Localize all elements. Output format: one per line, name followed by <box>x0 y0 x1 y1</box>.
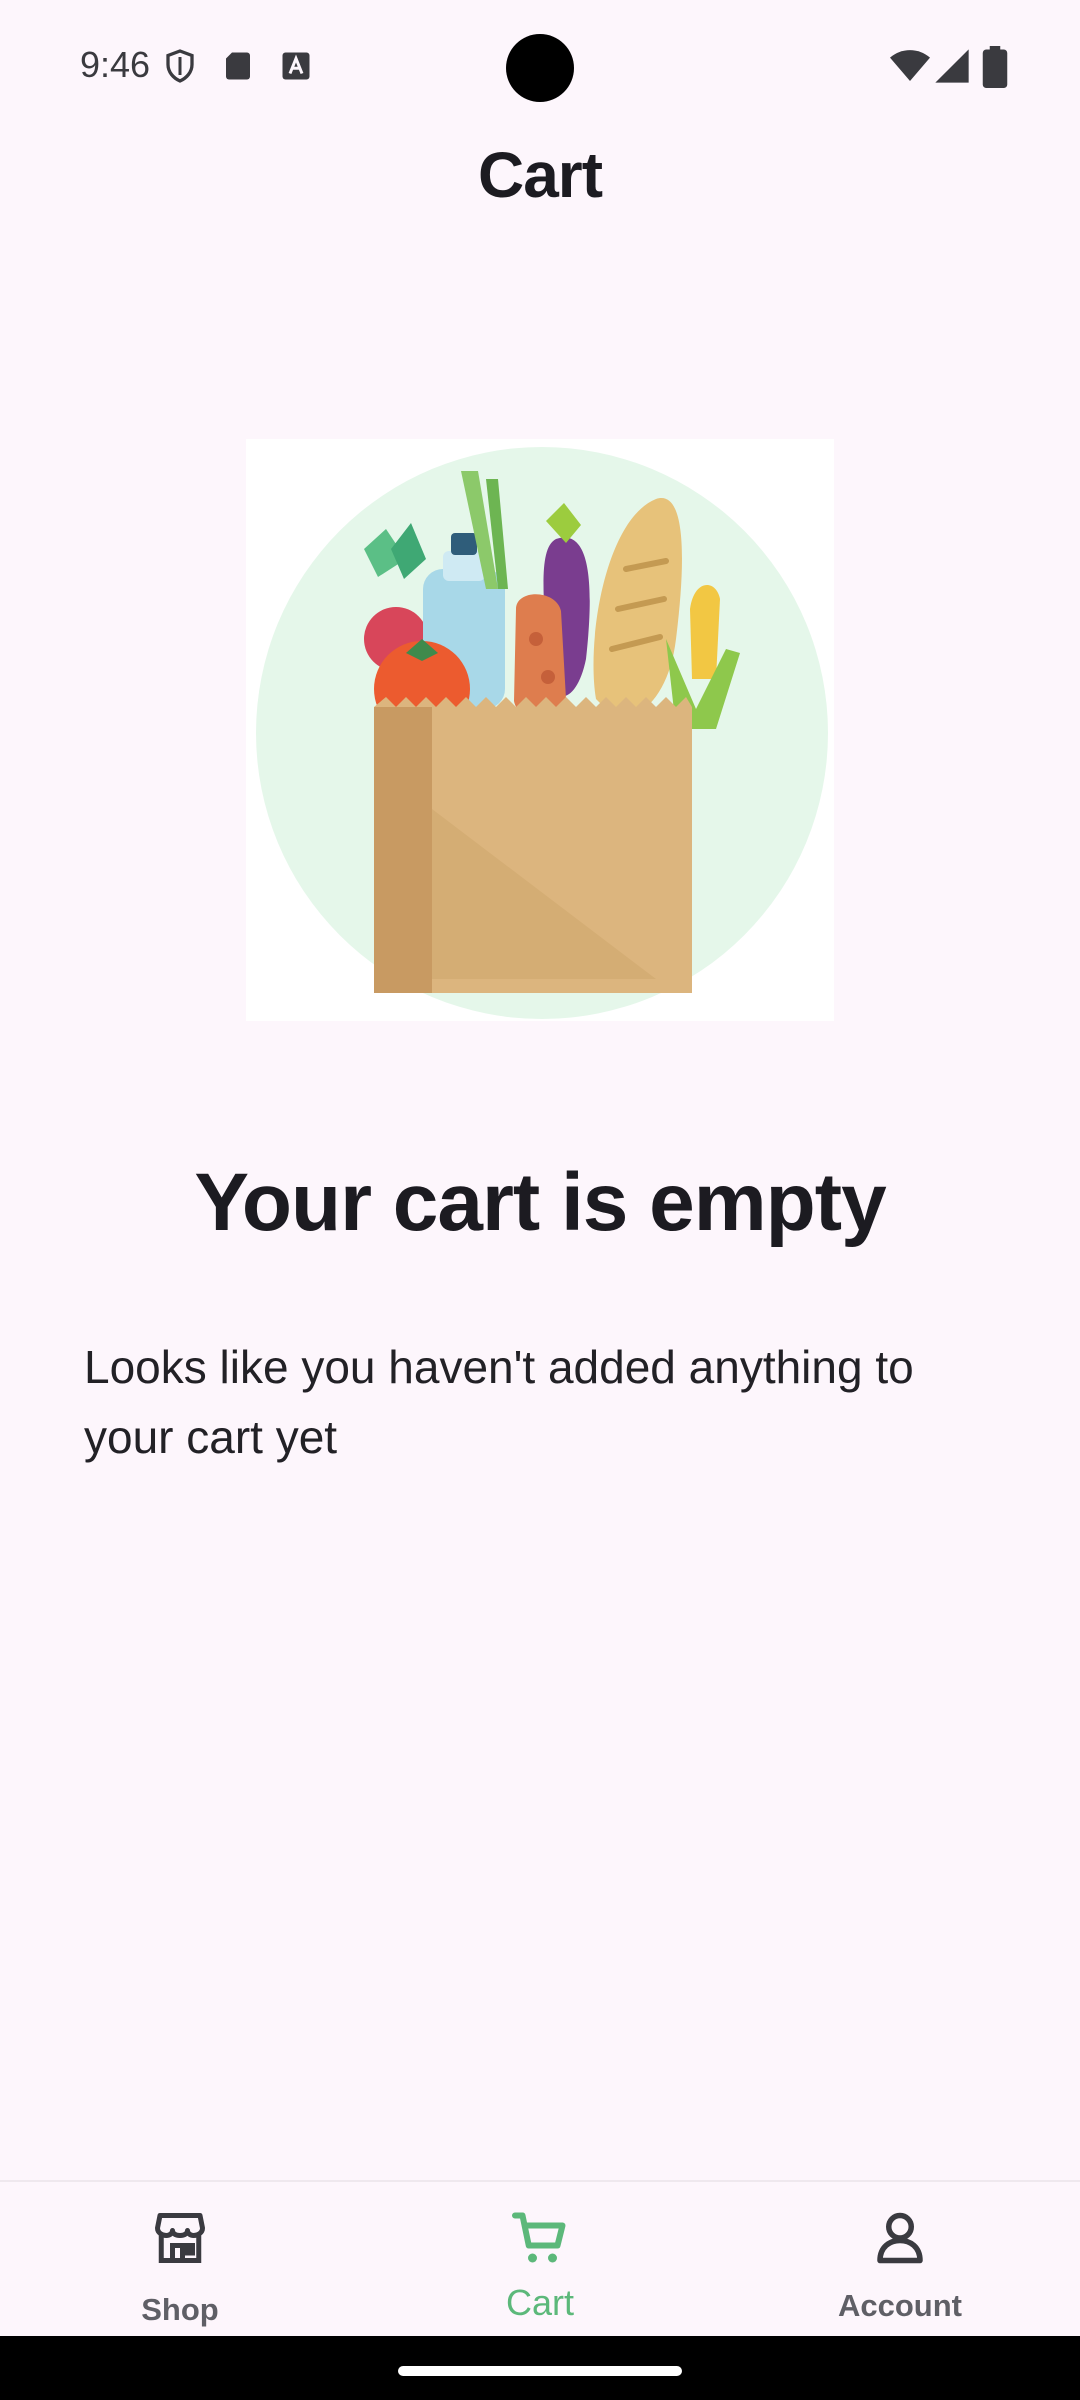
signal-icon <box>935 49 969 83</box>
shield-icon <box>166 49 194 83</box>
cart-icon <box>512 2212 566 2263</box>
font-a-icon <box>282 52 310 80</box>
grocery-bag-illustration <box>246 439 834 1021</box>
nav-label-cart: Cart <box>505 2282 574 2323</box>
battery-icon <box>982 46 1008 88</box>
sd-card-icon <box>226 52 250 80</box>
nav-item-account[interactable]: Account <box>720 2182 1080 2338</box>
store-icon <box>155 2213 205 2263</box>
bottom-navigation: Shop Cart Account <box>0 2180 1080 2338</box>
person-icon <box>877 2212 923 2264</box>
home-gesture-handle[interactable] <box>398 2366 682 2376</box>
page-title: Cart <box>477 139 603 211</box>
nav-item-shop[interactable]: Shop <box>0 2182 360 2338</box>
status-time: 9:46 <box>80 44 151 85</box>
empty-cart-title: Your cart is empty <box>194 1157 886 1248</box>
nav-label-shop: Shop <box>141 2292 219 2327</box>
front-camera <box>506 34 574 102</box>
nav-label-account: Account <box>838 2288 962 2323</box>
wifi-icon <box>890 50 930 81</box>
empty-cart-message: Looks like you haven't added anything to… <box>84 1341 914 1463</box>
status-bar: 9:46 <box>0 0 1080 136</box>
nav-item-cart[interactable]: Cart <box>360 2182 720 2338</box>
system-gesture-bar <box>0 2336 1080 2400</box>
